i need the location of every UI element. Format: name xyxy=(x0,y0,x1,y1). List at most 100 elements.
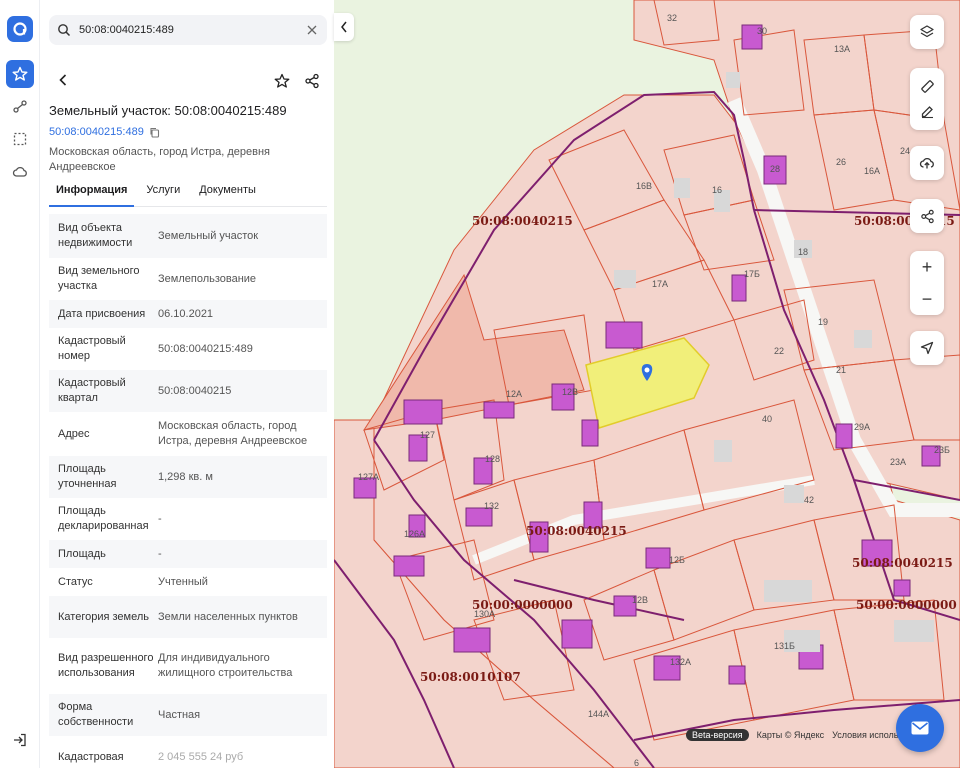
search-icon[interactable] xyxy=(57,23,71,37)
parcel-number: 19 xyxy=(818,317,828,327)
parcel-number: 42 xyxy=(804,495,814,505)
terms-link[interactable]: Условия использ xyxy=(832,730,902,740)
map-canvas[interactable]: 32 30 13А 26 24 28 16А 16В 16 17Б 18 17А… xyxy=(334,0,960,768)
table-row: Дата присвоения 06.10.2021 xyxy=(49,300,327,328)
layers-icon xyxy=(920,25,934,38)
navigation-arrow-icon xyxy=(920,341,934,355)
row-label: Кадастровый квартал xyxy=(58,377,126,404)
page-title: Земельный участок: 50:08:0040215:489 xyxy=(49,103,287,118)
back-button[interactable] xyxy=(55,72,71,88)
row-label: Площадь xyxy=(58,547,106,560)
table-row: Площадь - xyxy=(49,540,327,568)
cadastral-block-label: 50:08:0040215 xyxy=(852,556,953,570)
table-row: Кадастровый квартал 50:08:0040215 xyxy=(49,370,327,412)
geolocation-button[interactable] xyxy=(910,331,944,365)
cadastral-block-label: 50:08:0040215 xyxy=(472,214,573,228)
table-row: Площадь декларированная - xyxy=(49,498,327,540)
parcel-number: 17А xyxy=(652,279,668,289)
row-value: 50:08:0040215 xyxy=(158,384,232,397)
parcel-number: 26 xyxy=(836,157,846,167)
parcel-number: 131Б xyxy=(774,641,795,651)
cadastral-number-link[interactable]: 50:08:0040215:489 xyxy=(49,126,160,138)
zoom-in-button[interactable]: + xyxy=(910,251,944,283)
parcel-number: 13А xyxy=(834,44,850,54)
table-row: Площадь уточненная 1,298 кв. м xyxy=(49,456,327,498)
tab-services[interactable]: Услуги xyxy=(139,181,187,207)
search-bar xyxy=(49,15,327,45)
upload-button[interactable] xyxy=(910,146,944,180)
row-value: 2 045 555 24 руб xyxy=(158,750,244,763)
parcel-number: 127 xyxy=(420,430,435,440)
row-label: Площадь декларированная xyxy=(58,505,149,532)
parcel-number: 16В xyxy=(636,181,652,191)
routes-icon[interactable] xyxy=(6,93,34,121)
row-label: Площадь уточненная xyxy=(58,463,117,490)
row-value: Землепользование xyxy=(158,272,257,285)
app-logo[interactable] xyxy=(7,16,33,42)
row-label: Статус xyxy=(58,575,93,588)
beta-badge: Beta-версия xyxy=(686,729,749,741)
edit-icon[interactable] xyxy=(920,104,935,119)
parcel-number: 12Б xyxy=(669,555,685,565)
maps-copyright[interactable]: Карты © Яндекс xyxy=(757,730,825,740)
ruler-icon[interactable] xyxy=(920,79,935,94)
parcel-number: 144А xyxy=(588,709,609,719)
cloud-icon[interactable] xyxy=(6,158,34,186)
parcel-number: 32 xyxy=(667,13,677,23)
copy-icon[interactable] xyxy=(149,127,160,138)
cadastral-map[interactable]: 32 30 13А 26 24 28 16А 16В 16 17Б 18 17А… xyxy=(334,0,960,768)
table-row: Вид разрешенного использования Для индиви… xyxy=(49,638,327,694)
clear-search-icon[interactable] xyxy=(307,25,317,35)
parcel-number: 30 xyxy=(757,26,767,36)
star-icon xyxy=(274,73,290,88)
favorite-button[interactable] xyxy=(273,72,291,90)
search-input[interactable] xyxy=(79,24,289,36)
cadastral-block-label: 50:08:0040215 xyxy=(526,524,627,538)
parcel-number: 16А xyxy=(864,166,880,176)
parcel-number: 126А xyxy=(404,529,425,539)
parcel-number: 18 xyxy=(798,247,808,257)
map-attribution: Beta-версия Карты © Яндекс Условия испол… xyxy=(686,728,903,742)
table-row: Вид объекта недвижимости Земельный участо… xyxy=(49,214,327,258)
row-label: Кадастровая xyxy=(58,750,124,763)
parcel-number: 23Б xyxy=(934,445,950,455)
tab-documents[interactable]: Документы xyxy=(192,181,263,207)
chevron-left-icon xyxy=(59,74,67,86)
row-label: Дата присвоения xyxy=(58,307,146,320)
zoom-out-button[interactable]: − xyxy=(910,283,944,315)
row-label: Категория земель xyxy=(58,610,149,623)
map-share-button[interactable] xyxy=(910,199,944,233)
parcel-number: 12А xyxy=(506,389,522,399)
favorites-icon[interactable] xyxy=(6,60,34,88)
row-value: Учтенный xyxy=(158,575,208,588)
table-row: Кадастровый номер 50:08:0040215:489 xyxy=(49,328,327,370)
row-label: Форма собственности xyxy=(58,701,134,728)
row-value: 06.10.2021 xyxy=(158,307,214,320)
tab-information[interactable]: Информация xyxy=(49,181,135,207)
address-text: Московская область, город Истра, деревня… xyxy=(49,146,270,173)
parcel-number: 12В xyxy=(632,595,648,605)
left-rail xyxy=(0,0,40,768)
table-row: Вид земельного участка Землепользование xyxy=(49,258,327,300)
cloud-upload-icon xyxy=(919,157,934,169)
row-value: Частная xyxy=(158,708,201,721)
parcel-number: 128 xyxy=(485,454,500,464)
cadastral-block-label: 50:00:0000000 xyxy=(856,598,957,612)
row-value: Земельный участок xyxy=(158,229,259,242)
row-value: Московская область, город Истра, деревня… xyxy=(158,420,308,447)
info-panel: Земельный участок: 50:08:0040215:489 50:… xyxy=(40,0,334,768)
support-mail-button[interactable] xyxy=(896,704,944,752)
layers-button[interactable] xyxy=(910,15,944,49)
table-row: Адрес Московская область, город Истра, де… xyxy=(49,412,327,456)
select-area-icon[interactable] xyxy=(6,125,34,153)
collapse-panel-button[interactable] xyxy=(334,13,354,41)
row-label: Вид земельного участка xyxy=(58,265,140,292)
info-table: Вид объекта недвижимости Земельный участо… xyxy=(49,214,327,768)
measure-tools xyxy=(910,68,944,130)
cadastral-number[interactable]: 50:08:0040215:489 xyxy=(49,126,144,138)
tab-bar: Информация Услуги Документы xyxy=(49,181,327,207)
share-button[interactable] xyxy=(303,72,321,90)
parcel-number: 17Б xyxy=(744,269,760,279)
login-icon[interactable] xyxy=(6,726,34,754)
row-value: Для индивидуального жилищного строительс… xyxy=(158,652,293,679)
